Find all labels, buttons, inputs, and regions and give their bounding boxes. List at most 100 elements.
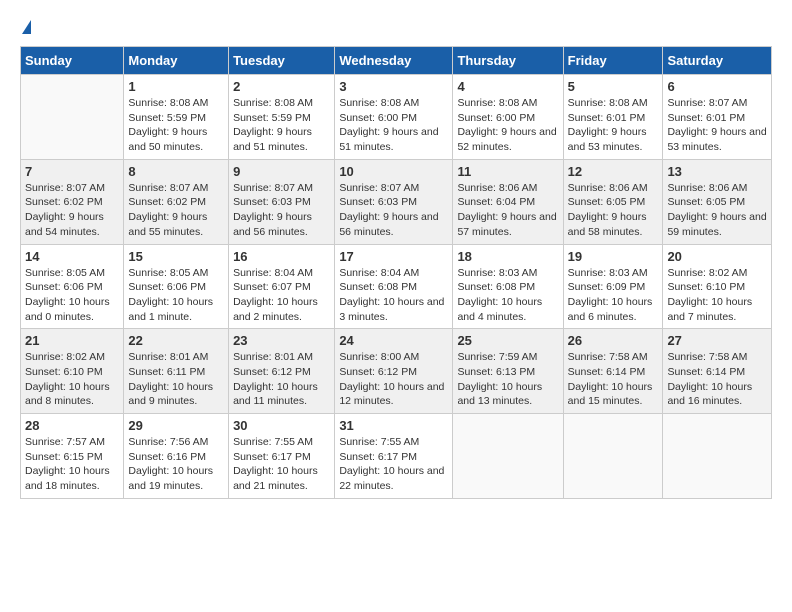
day-number: 9 xyxy=(233,164,330,179)
day-cell: 1 Sunrise: 8:08 AMSunset: 5:59 PMDaylight… xyxy=(124,75,229,160)
day-cell: 29Sunrise: 7:56 AMSunset: 6:16 PMDayligh… xyxy=(124,414,229,499)
day-info: Sunrise: 7:57 AMSunset: 6:15 PMDaylight:… xyxy=(25,435,119,494)
day-number: 18 xyxy=(457,249,558,264)
day-number: 23 xyxy=(233,333,330,348)
day-info: Sunrise: 7:55 AMSunset: 6:17 PMDaylight:… xyxy=(233,435,330,494)
day-info: Sunrise: 8:01 AMSunset: 6:11 PMDaylight:… xyxy=(128,350,224,409)
day-number: 17 xyxy=(339,249,448,264)
day-info: Sunrise: 8:08 AMSunset: 6:01 PMDaylight:… xyxy=(568,96,659,155)
day-number: 6 xyxy=(667,79,767,94)
day-info: Sunrise: 8:06 AMSunset: 6:05 PMDaylight:… xyxy=(568,181,659,240)
day-cell: 24Sunrise: 8:00 AMSunset: 6:12 PMDayligh… xyxy=(335,329,453,414)
day-info: Sunrise: 8:08 AMSunset: 5:59 PMDaylight:… xyxy=(233,96,330,155)
day-number: 5 xyxy=(568,79,659,94)
day-cell: 9 Sunrise: 8:07 AMSunset: 6:03 PMDaylight… xyxy=(229,159,335,244)
day-number: 25 xyxy=(457,333,558,348)
day-number: 14 xyxy=(25,249,119,264)
day-cell: 19Sunrise: 8:03 AMSunset: 6:09 PMDayligh… xyxy=(563,244,663,329)
day-info: Sunrise: 8:08 AMSunset: 5:59 PMDaylight:… xyxy=(128,96,224,155)
column-header-monday: Monday xyxy=(124,47,229,75)
day-number: 2 xyxy=(233,79,330,94)
day-cell: 6 Sunrise: 8:07 AMSunset: 6:01 PMDaylight… xyxy=(663,75,772,160)
day-cell: 11 Sunrise: 8:06 AMSunset: 6:04 PMDayligh… xyxy=(453,159,563,244)
day-info: Sunrise: 8:07 AMSunset: 6:02 PMDaylight:… xyxy=(128,181,224,240)
day-info: Sunrise: 8:05 AMSunset: 6:06 PMDaylight:… xyxy=(128,266,224,325)
column-header-thursday: Thursday xyxy=(453,47,563,75)
day-cell: 3Sunrise: 8:08 AMSunset: 6:00 PMDaylight… xyxy=(335,75,453,160)
day-cell: 17 Sunrise: 8:04 AMSunset: 6:08 PMDayligh… xyxy=(335,244,453,329)
day-info: Sunrise: 8:07 AMSunset: 6:03 PMDaylight:… xyxy=(339,181,448,240)
day-cell: 7 Sunrise: 8:07 AMSunset: 6:02 PMDaylight… xyxy=(21,159,124,244)
day-number: 29 xyxy=(128,418,224,433)
day-number: 1 xyxy=(128,79,224,94)
day-cell: 16Sunrise: 8:04 AMSunset: 6:07 PMDayligh… xyxy=(229,244,335,329)
day-info: Sunrise: 8:07 AMSunset: 6:02 PMDaylight:… xyxy=(25,181,119,240)
logo-triangle-icon xyxy=(22,20,31,34)
day-info: Sunrise: 8:07 AMSunset: 6:01 PMDaylight:… xyxy=(667,96,767,155)
day-info: Sunrise: 8:02 AMSunset: 6:10 PMDaylight:… xyxy=(667,266,767,325)
day-cell: 20 Sunrise: 8:02 AMSunset: 6:10 PMDayligh… xyxy=(663,244,772,329)
day-info: Sunrise: 7:59 AMSunset: 6:13 PMDaylight:… xyxy=(457,350,558,409)
day-cell: 12 Sunrise: 8:06 AMSunset: 6:05 PMDayligh… xyxy=(563,159,663,244)
day-info: Sunrise: 8:01 AMSunset: 6:12 PMDaylight:… xyxy=(233,350,330,409)
column-header-sunday: Sunday xyxy=(21,47,124,75)
day-info: Sunrise: 8:03 AMSunset: 6:08 PMDaylight:… xyxy=(457,266,558,325)
column-header-friday: Friday xyxy=(563,47,663,75)
day-cell: 18 Sunrise: 8:03 AMSunset: 6:08 PMDayligh… xyxy=(453,244,563,329)
day-info: Sunrise: 8:03 AMSunset: 6:09 PMDaylight:… xyxy=(568,266,659,325)
day-cell xyxy=(563,414,663,499)
day-info: Sunrise: 8:00 AMSunset: 6:12 PMDaylight:… xyxy=(339,350,448,409)
day-cell: 26 Sunrise: 7:58 AMSunset: 6:14 PMDayligh… xyxy=(563,329,663,414)
day-info: Sunrise: 8:08 AMSunset: 6:00 PMDaylight:… xyxy=(457,96,558,155)
day-cell: 13Sunrise: 8:06 AMSunset: 6:05 PMDayligh… xyxy=(663,159,772,244)
header xyxy=(20,20,772,36)
calendar-table: SundayMondayTuesdayWednesdayThursdayFrid… xyxy=(20,46,772,499)
day-number: 22 xyxy=(128,333,224,348)
day-cell: 14 Sunrise: 8:05 AMSunset: 6:06 PMDayligh… xyxy=(21,244,124,329)
day-cell: 25 Sunrise: 7:59 AMSunset: 6:13 PMDayligh… xyxy=(453,329,563,414)
day-info: Sunrise: 7:58 AMSunset: 6:14 PMDaylight:… xyxy=(667,350,767,409)
day-number: 27 xyxy=(667,333,767,348)
day-cell: 31Sunrise: 7:55 AMSunset: 6:17 PMDayligh… xyxy=(335,414,453,499)
day-cell: 27 Sunrise: 7:58 AMSunset: 6:14 PMDayligh… xyxy=(663,329,772,414)
day-number: 8 xyxy=(128,164,224,179)
day-info: Sunrise: 7:58 AMSunset: 6:14 PMDaylight:… xyxy=(568,350,659,409)
day-number: 3 xyxy=(339,79,448,94)
day-cell: 10Sunrise: 8:07 AMSunset: 6:03 PMDayligh… xyxy=(335,159,453,244)
day-number: 20 xyxy=(667,249,767,264)
day-cell: 23 Sunrise: 8:01 AMSunset: 6:12 PMDayligh… xyxy=(229,329,335,414)
day-cell: 4 Sunrise: 8:08 AMSunset: 6:00 PMDaylight… xyxy=(453,75,563,160)
day-info: Sunrise: 8:04 AMSunset: 6:08 PMDaylight:… xyxy=(339,266,448,325)
day-cell: 8 Sunrise: 8:07 AMSunset: 6:02 PMDaylight… xyxy=(124,159,229,244)
calendar-header-row: SundayMondayTuesdayWednesdayThursdayFrid… xyxy=(21,47,772,75)
day-cell: 2 Sunrise: 8:08 AMSunset: 5:59 PMDaylight… xyxy=(229,75,335,160)
logo xyxy=(20,20,31,36)
day-info: Sunrise: 8:07 AMSunset: 6:03 PMDaylight:… xyxy=(233,181,330,240)
day-number: 13 xyxy=(667,164,767,179)
column-header-wednesday: Wednesday xyxy=(335,47,453,75)
day-number: 28 xyxy=(25,418,119,433)
day-info: Sunrise: 8:06 AMSunset: 6:04 PMDaylight:… xyxy=(457,181,558,240)
day-cell xyxy=(21,75,124,160)
day-info: Sunrise: 8:02 AMSunset: 6:10 PMDaylight:… xyxy=(25,350,119,409)
day-number: 16 xyxy=(233,249,330,264)
week-row-3: 14 Sunrise: 8:05 AMSunset: 6:06 PMDayligh… xyxy=(21,244,772,329)
day-cell: 15 Sunrise: 8:05 AMSunset: 6:06 PMDayligh… xyxy=(124,244,229,329)
day-info: Sunrise: 7:55 AMSunset: 6:17 PMDaylight:… xyxy=(339,435,448,494)
week-row-1: 1 Sunrise: 8:08 AMSunset: 5:59 PMDaylight… xyxy=(21,75,772,160)
day-number: 7 xyxy=(25,164,119,179)
day-number: 12 xyxy=(568,164,659,179)
day-info: Sunrise: 8:05 AMSunset: 6:06 PMDaylight:… xyxy=(25,266,119,325)
day-number: 4 xyxy=(457,79,558,94)
column-header-tuesday: Tuesday xyxy=(229,47,335,75)
day-cell: 21Sunrise: 8:02 AMSunset: 6:10 PMDayligh… xyxy=(21,329,124,414)
week-row-5: 28 Sunrise: 7:57 AMSunset: 6:15 PMDayligh… xyxy=(21,414,772,499)
day-number: 15 xyxy=(128,249,224,264)
day-number: 11 xyxy=(457,164,558,179)
week-row-2: 7 Sunrise: 8:07 AMSunset: 6:02 PMDaylight… xyxy=(21,159,772,244)
day-cell xyxy=(453,414,563,499)
day-cell: 5 Sunrise: 8:08 AMSunset: 6:01 PMDaylight… xyxy=(563,75,663,160)
day-number: 26 xyxy=(568,333,659,348)
day-cell: 30Sunrise: 7:55 AMSunset: 6:17 PMDayligh… xyxy=(229,414,335,499)
week-row-4: 21Sunrise: 8:02 AMSunset: 6:10 PMDayligh… xyxy=(21,329,772,414)
